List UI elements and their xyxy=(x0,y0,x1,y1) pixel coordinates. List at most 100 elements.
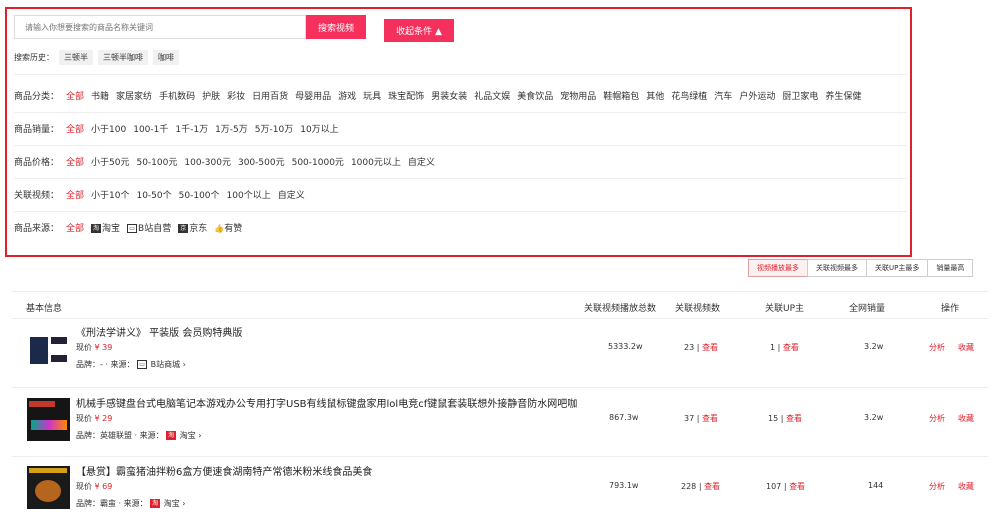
filter-panel: 搜索视频 收起条件 ▲ 搜索历史： 三顿半 三顿半咖啡 咖啡 商品分类：全部书籍… xyxy=(5,7,912,257)
filter-option[interactable]: 养生保健 xyxy=(825,89,861,102)
favorite-link[interactable]: 收藏 xyxy=(958,342,974,353)
search-input[interactable] xyxy=(14,15,306,39)
divider xyxy=(14,178,907,179)
divider xyxy=(12,318,988,319)
collapse-conditions-button[interactable]: 收起条件 ▲ xyxy=(384,19,454,42)
product-price: 现价 ¥ 39 xyxy=(76,343,113,352)
filter-option[interactable]: 小于50元 xyxy=(91,155,129,168)
sort-most-ups[interactable]: 关联UP主最多 xyxy=(866,259,929,277)
header-total-sales: 全网销量 xyxy=(849,304,886,314)
filter-option[interactable]: 小于10个 xyxy=(91,188,129,201)
filter-option[interactable]: 500-1000元 xyxy=(292,155,344,168)
total-plays: 5333.2w xyxy=(608,342,643,351)
taobao-icon: 淘 xyxy=(150,499,161,508)
sort-most-plays[interactable]: 视频播放最多 xyxy=(748,259,808,277)
view-ups-link[interactable]: 查看 xyxy=(786,414,802,423)
view-videos-link[interactable]: 查看 xyxy=(702,343,718,352)
header-video-count: 关联视频数 xyxy=(675,304,721,314)
table-row: 《刑法学讲义》 平装版 会员购特典版 现价 ¥ 39 品牌：- · 来源： ▭ … xyxy=(12,323,988,390)
filter-option[interactable]: 鞋帽箱包 xyxy=(603,89,639,102)
search-button[interactable]: 搜索视频 xyxy=(306,15,366,39)
history-chip[interactable]: 三顿半 xyxy=(59,50,93,65)
total-sales: 144 xyxy=(868,481,884,490)
filter-option[interactable]: 100-300元 xyxy=(184,155,231,168)
product-title[interactable]: 【悬赏】霸蛮猪油拌粉6盒方便速食湖南特产常德米粉米线食品美食 xyxy=(76,463,372,478)
analyze-link[interactable]: 分析 xyxy=(929,413,945,424)
jd-icon: 京 xyxy=(178,223,189,233)
up-count: 1 | 查看 xyxy=(770,343,799,352)
filter-option[interactable]: 300-500元 xyxy=(238,155,285,168)
filter-option[interactable]: 1万-5万 xyxy=(215,122,248,135)
filter-option[interactable]: 全部 xyxy=(66,155,84,168)
product-title[interactable]: 《刑法学讲义》 平装版 会员购特典版 xyxy=(76,324,242,339)
filter-option[interactable]: 厨卫家电 xyxy=(782,89,818,102)
analyze-link[interactable]: 分析 xyxy=(929,481,945,492)
view-ups-link[interactable]: 查看 xyxy=(783,343,799,352)
divider xyxy=(12,387,988,388)
view-videos-link[interactable]: 查看 xyxy=(704,482,720,491)
filter-option[interactable]: 50-100元 xyxy=(136,155,177,168)
source-jd[interactable]: 京京东 xyxy=(178,221,207,234)
analyze-link[interactable]: 分析 xyxy=(929,342,945,353)
filter-option[interactable]: 母婴用品 xyxy=(295,89,331,102)
table-row: 【悬赏】霸蛮猪油拌粉6盒方便速食湖南特产常德米粉米线食品美食 现价 ¥ 69 品… xyxy=(12,462,988,529)
product-title[interactable]: 机械手感键盘台式电脑笔记本游戏办公专用打字USB有线鼠标键盘家用lol电竞cf键… xyxy=(76,395,577,410)
header-up-count: 关联UP主 xyxy=(765,304,805,314)
filter-price: 商品价格： 全部 小于50元 50-100元 100-300元 300-500元 500-1… xyxy=(14,152,907,170)
filter-option[interactable]: 日用百货 xyxy=(252,89,288,102)
filter-option[interactable]: 礼品文娱 xyxy=(474,89,510,102)
filter-option[interactable]: 书籍 xyxy=(91,89,109,102)
filter-option[interactable]: 全部 xyxy=(66,89,84,102)
filter-option[interactable]: 100个以上 xyxy=(227,188,271,201)
view-videos-link[interactable]: 查看 xyxy=(702,414,718,423)
filter-option[interactable]: 小于100 xyxy=(91,122,126,135)
filter-option[interactable]: 玩具 xyxy=(363,89,381,102)
filter-option[interactable]: 10万以上 xyxy=(300,122,338,135)
filter-related-videos: 关联视频： 全部 小于10个 10-50个 50-100个 100个以上 自定义 xyxy=(14,185,907,203)
source-all[interactable]: 全部 xyxy=(66,221,84,234)
filter-label: 商品价格： xyxy=(14,157,60,168)
product-thumbnail[interactable] xyxy=(27,398,70,441)
filter-option[interactable]: 彩妆 xyxy=(227,89,245,102)
history-chip[interactable]: 咖啡 xyxy=(153,50,179,65)
filter-option[interactable]: 汽车 xyxy=(714,89,732,102)
filter-option[interactable]: 全部 xyxy=(66,122,84,135)
filter-label: 商品销量： xyxy=(14,124,60,135)
filter-option[interactable]: 宠物用品 xyxy=(560,89,596,102)
filter-option[interactable]: 50-100个 xyxy=(179,188,220,201)
filter-option[interactable]: 男装女装 xyxy=(431,89,467,102)
filter-source: 商品来源： 全部 淘淘宝 ▭ B站自营 京京东 👍有赞 xyxy=(14,218,907,236)
filter-option[interactable]: 1千-1万 xyxy=(175,122,208,135)
filter-option[interactable]: 全部 xyxy=(66,188,84,201)
filter-option[interactable]: 1000元以上 xyxy=(351,155,401,168)
filter-option[interactable]: 游戏 xyxy=(338,89,356,102)
product-thumbnail[interactable] xyxy=(27,327,70,370)
filter-option[interactable]: 10-50个 xyxy=(136,188,171,201)
filter-option[interactable]: 其他 xyxy=(646,89,664,102)
filter-option[interactable]: 珠宝配饰 xyxy=(388,89,424,102)
filter-option[interactable]: 美食饮品 xyxy=(517,89,553,102)
tv-icon: ▭ xyxy=(127,223,138,233)
filter-option[interactable]: 花鸟绿植 xyxy=(671,89,707,102)
view-ups-link[interactable]: 查看 xyxy=(789,482,805,491)
favorite-link[interactable]: 收藏 xyxy=(958,481,974,492)
filter-option[interactable]: 100-1千 xyxy=(133,122,168,135)
sort-top-sales[interactable]: 销量最高 xyxy=(927,259,974,277)
filter-option[interactable]: 家居家纺 xyxy=(116,89,152,102)
product-thumbnail[interactable] xyxy=(27,466,70,509)
filter-option[interactable]: 户外运动 xyxy=(739,89,775,102)
filter-option[interactable]: 护肤 xyxy=(202,89,220,102)
source-taobao[interactable]: 淘淘宝 xyxy=(91,221,120,234)
filter-option[interactable]: 5万-10万 xyxy=(255,122,293,135)
source-bilibili[interactable]: ▭ B站自营 xyxy=(127,221,171,234)
divider xyxy=(12,456,988,457)
source-youzan[interactable]: 👍有赞 xyxy=(214,221,242,234)
filter-option[interactable]: 自定义 xyxy=(278,188,305,201)
filter-label: 关联视频： xyxy=(14,190,60,201)
sort-most-videos[interactable]: 关联视频最多 xyxy=(807,259,867,277)
history-chip[interactable]: 三顿半咖啡 xyxy=(98,50,148,65)
divider xyxy=(14,112,907,113)
filter-option[interactable]: 自定义 xyxy=(408,155,435,168)
filter-option[interactable]: 手机数码 xyxy=(159,89,195,102)
favorite-link[interactable]: 收藏 xyxy=(958,413,974,424)
